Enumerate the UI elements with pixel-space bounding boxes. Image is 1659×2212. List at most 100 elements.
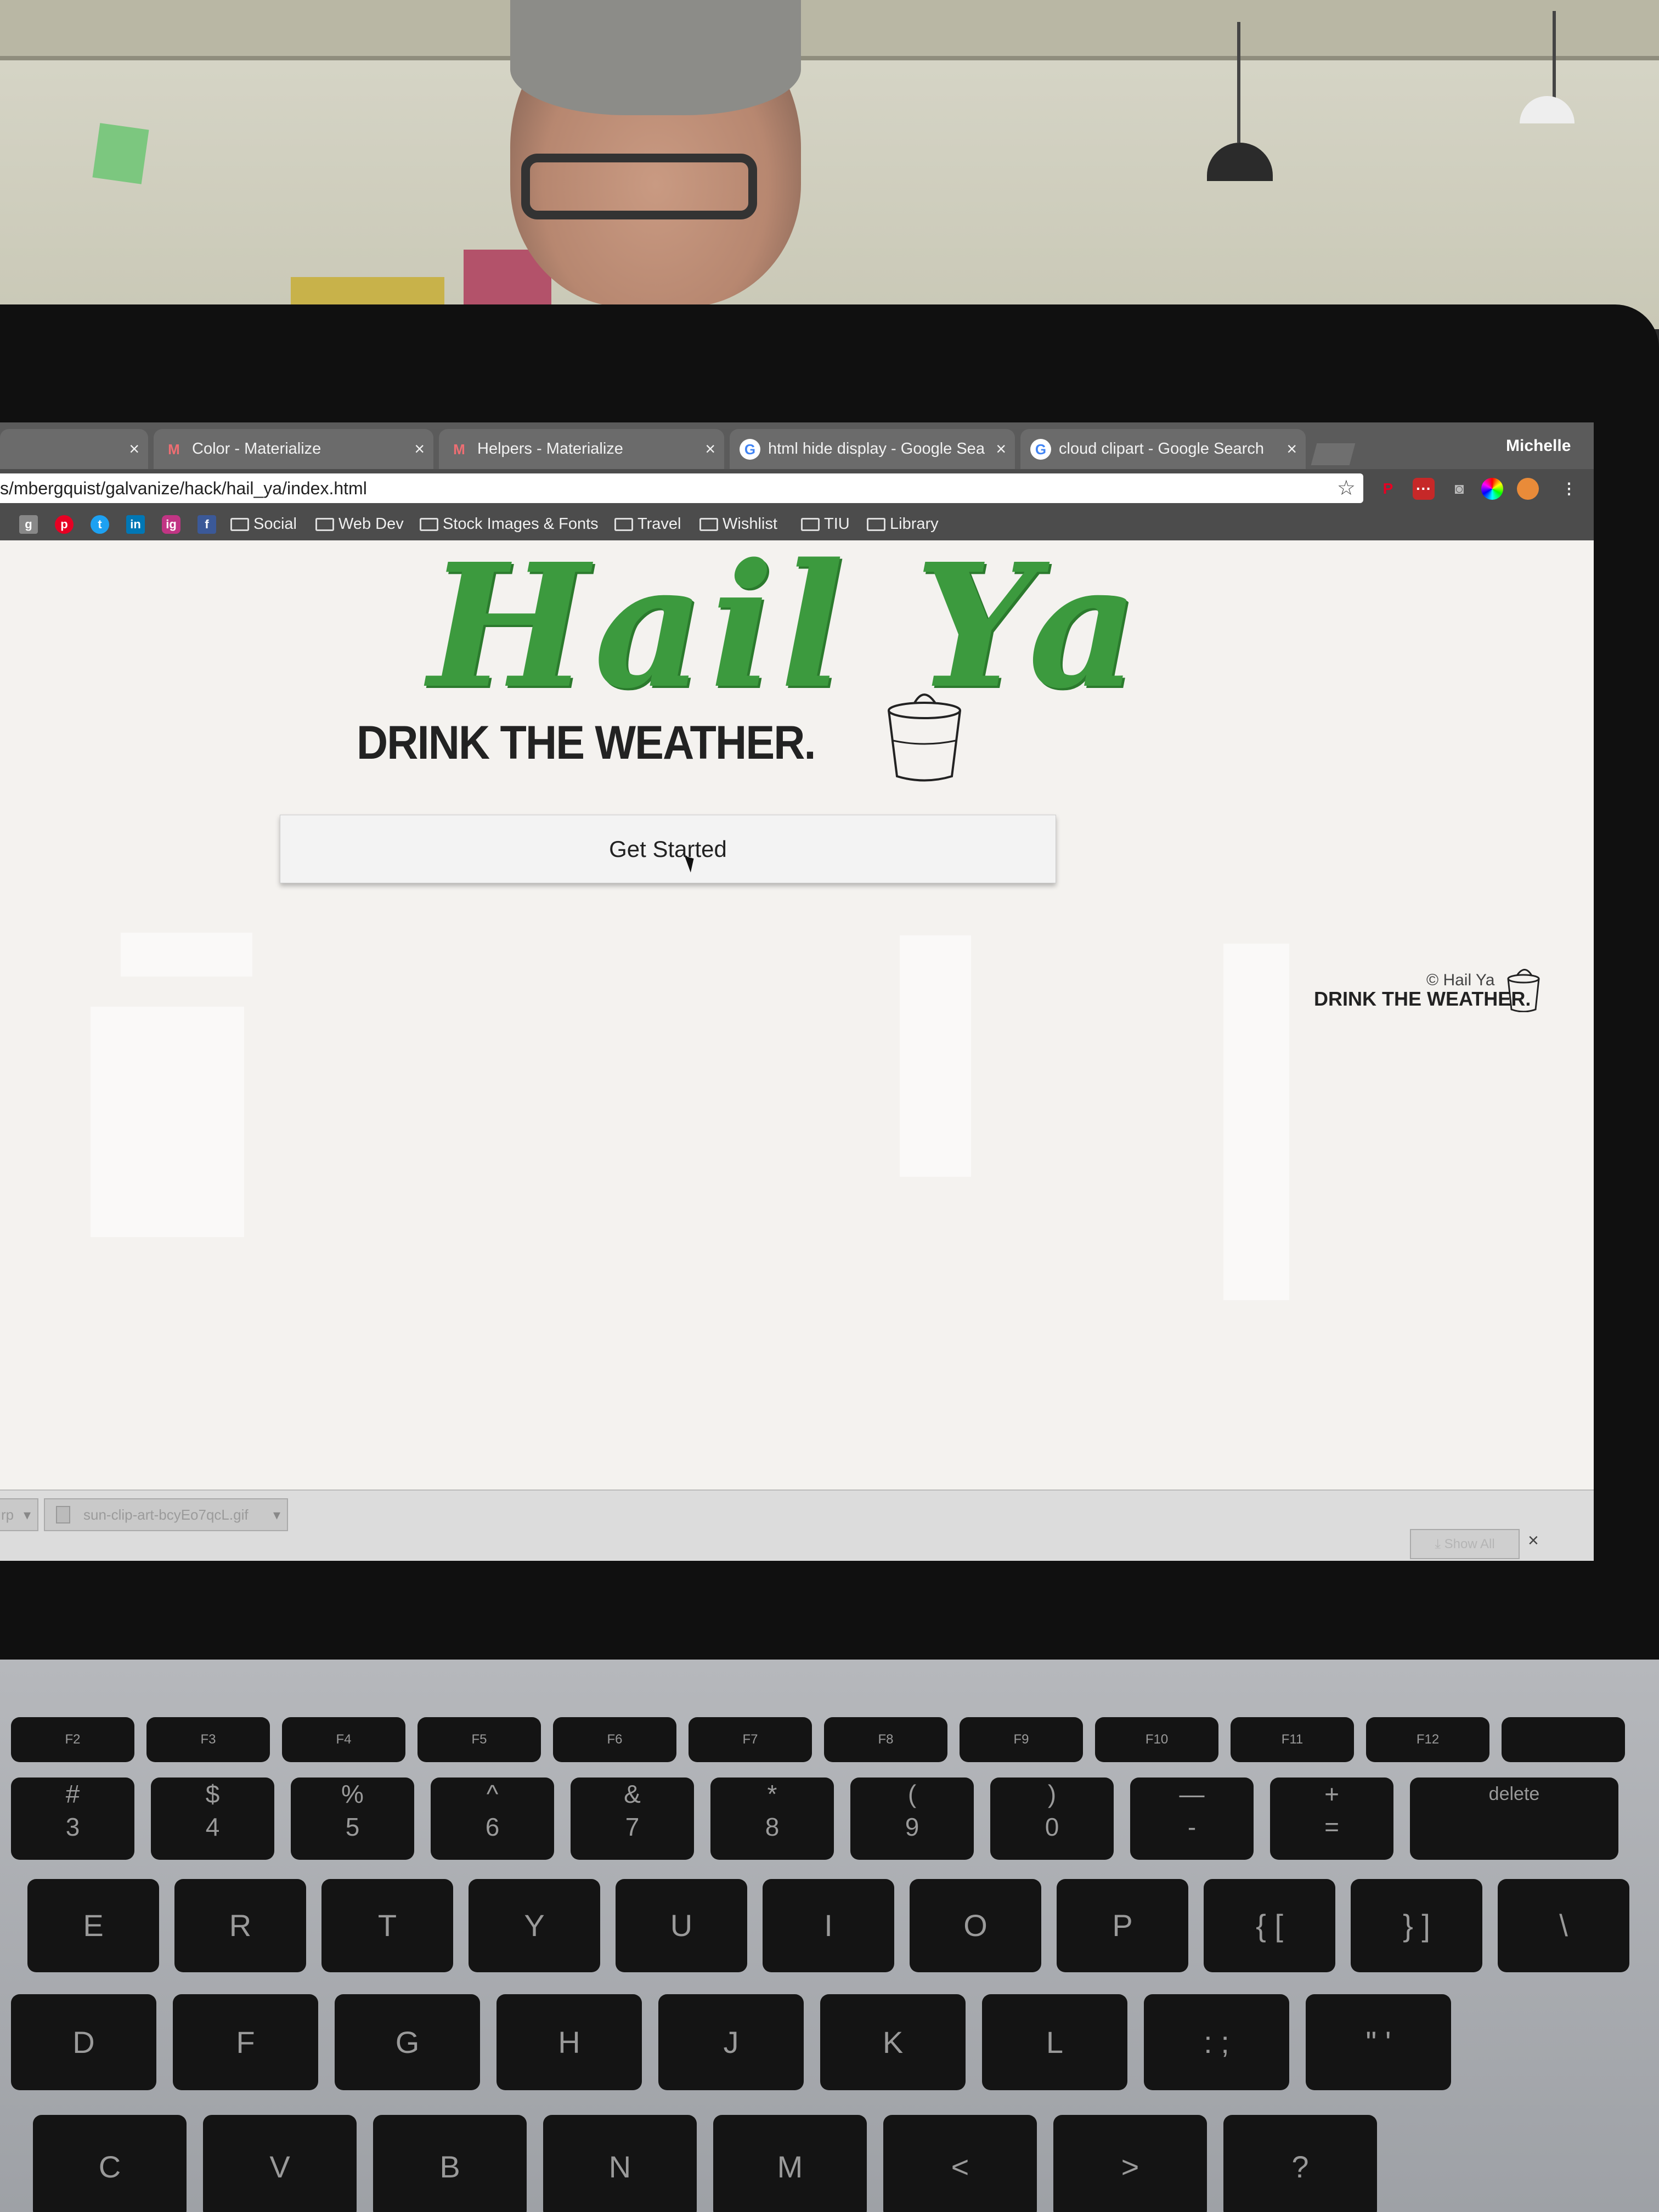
letter-key[interactable]: Y	[469, 1879, 600, 1972]
function-key[interactable]: F12	[1366, 1717, 1489, 1762]
letter-key[interactable]: B	[373, 2115, 527, 2212]
key-top-label: ^	[486, 1780, 499, 1808]
tab-cloud-clipart[interactable]: G cloud clipart - Google Search ×	[1020, 429, 1306, 469]
menu-kebab-icon[interactable]: ⋮	[1558, 478, 1580, 500]
letter-key[interactable]: R	[174, 1879, 306, 1972]
camera-extension-icon[interactable]: ◙	[1448, 478, 1470, 500]
function-key[interactable]: F4	[282, 1717, 405, 1762]
extension-icon[interactable]	[1517, 478, 1539, 500]
number-key[interactable]: ^ 6	[431, 1778, 554, 1860]
letter-key[interactable]: { [	[1204, 1879, 1335, 1972]
letter-key[interactable]: T	[321, 1879, 453, 1972]
linkedin-bookmark-icon[interactable]: in	[126, 515, 145, 534]
chevron-down-icon[interactable]: ▾	[273, 1499, 280, 1530]
letter-key[interactable]: C	[33, 2115, 187, 2212]
address-bar[interactable]: s/mbergquist/galvanize/hack/hail_ya/inde…	[0, 473, 1363, 503]
tab-helpers-materialize[interactable]: M Helpers - Materialize ×	[439, 429, 724, 469]
number-key[interactable]: * 8	[710, 1778, 834, 1860]
bookmark-g-icon[interactable]: g	[19, 515, 38, 534]
tab-label: Helpers - Materialize	[477, 440, 623, 458]
number-key[interactable]: ) 0	[990, 1778, 1114, 1860]
ceiling	[0, 0, 1659, 60]
letter-key[interactable]: E	[27, 1879, 159, 1972]
letter-key[interactable]: O	[910, 1879, 1041, 1972]
tab-label: Color - Materialize	[192, 440, 321, 458]
new-tab-button[interactable]	[1311, 443, 1356, 465]
number-key[interactable]: — -	[1130, 1778, 1254, 1860]
letter-key[interactable]: <	[883, 2115, 1037, 2212]
function-key[interactable]: F2	[11, 1717, 134, 1762]
pinterest-extension-icon[interactable]: P	[1377, 478, 1399, 500]
key-bottom-label: delete	[1488, 1784, 1540, 1804]
tab-color-materialize[interactable]: M Color - Materialize ×	[154, 429, 433, 469]
letter-key[interactable]: ?	[1223, 2115, 1377, 2212]
letter-key[interactable]: " '	[1306, 1994, 1451, 2090]
tab-html-hide-display[interactable]: G html hide display - Google Sea ×	[730, 429, 1015, 469]
instagram-bookmark-icon[interactable]: ig	[162, 515, 180, 534]
letter-key[interactable]: I	[763, 1879, 894, 1972]
letter-key[interactable]: \	[1498, 1879, 1629, 1972]
twitter-bookmark-icon[interactable]: t	[91, 515, 109, 534]
number-key[interactable]: delete	[1410, 1778, 1618, 1860]
tab-close-icon[interactable]: ×	[705, 429, 715, 469]
letter-key[interactable]: D	[11, 1994, 156, 2090]
pinterest-bookmark-icon[interactable]: p	[55, 515, 74, 534]
number-key[interactable]: + =	[1270, 1778, 1393, 1860]
tab-close-icon[interactable]: ×	[1286, 429, 1297, 469]
show-all-downloads-button[interactable]: ⤓ Show All	[1410, 1529, 1520, 1559]
get-started-button[interactable]: Get Started	[280, 815, 1056, 883]
letter-key[interactable]: H	[496, 1994, 642, 2090]
function-key[interactable]: F10	[1095, 1717, 1218, 1762]
letter-key[interactable]: : ;	[1144, 1994, 1289, 2090]
function-key[interactable]: F7	[689, 1717, 812, 1762]
letter-key[interactable]: V	[203, 2115, 357, 2212]
tab-close-icon[interactable]: ×	[129, 429, 139, 469]
key-top-label: #	[65, 1780, 80, 1808]
close-shelf-icon[interactable]: ×	[1528, 1530, 1539, 1551]
letter-key[interactable]: F	[173, 1994, 318, 2090]
toolbar: s/mbergquist/galvanize/hack/hail_ya/inde…	[0, 469, 1594, 507]
letter-key[interactable]: P	[1057, 1879, 1188, 1972]
letter-key[interactable]: N	[543, 2115, 697, 2212]
key-bottom-label: 5	[345, 1813, 360, 1841]
number-key[interactable]: $4	[151, 1778, 274, 1860]
tab-close-icon[interactable]: ×	[996, 429, 1006, 469]
function-key[interactable]: F9	[960, 1717, 1083, 1762]
function-key[interactable]	[1502, 1717, 1625, 1762]
tab-0[interactable]: ×	[0, 429, 148, 469]
letter-key[interactable]: G	[335, 1994, 480, 2090]
bookmark-folder-web-dev[interactable]: Web Dev	[315, 513, 404, 535]
function-key[interactable]: F3	[146, 1717, 270, 1762]
bookmark-folder-social[interactable]: Social	[230, 513, 297, 535]
profile-name[interactable]: Michelle	[1506, 422, 1594, 469]
download-item[interactable]: sun-clip-art-bcyEo7qcL.gif ▾	[44, 1498, 288, 1531]
chevron-down-icon[interactable]: ▾	[24, 1499, 31, 1530]
letter-key[interactable]: } ]	[1351, 1879, 1482, 1972]
number-key[interactable]: (9	[850, 1778, 974, 1860]
letter-key[interactable]: >	[1053, 2115, 1207, 2212]
facebook-bookmark-icon[interactable]: f	[198, 515, 216, 534]
letter-key[interactable]: K	[820, 1994, 966, 2090]
tab-close-icon[interactable]: ×	[414, 429, 425, 469]
function-key[interactable]: F5	[417, 1717, 541, 1762]
number-key[interactable]: #3	[11, 1778, 134, 1860]
colorpicker-extension-icon[interactable]	[1481, 478, 1503, 500]
function-key[interactable]: F11	[1231, 1717, 1354, 1762]
letter-key[interactable]: L	[982, 1994, 1127, 2090]
key-top-label: —	[1179, 1780, 1205, 1808]
number-key[interactable]: & 7	[571, 1778, 694, 1860]
screen-reflection	[91, 1007, 244, 1237]
bookmark-star-icon[interactable]: ☆	[1337, 473, 1356, 503]
key-bottom-label: 4	[205, 1813, 220, 1841]
key-top-label: *	[767, 1780, 777, 1808]
letter-key[interactable]: M	[713, 2115, 867, 2212]
letter-key[interactable]: U	[616, 1879, 747, 1972]
letter-key[interactable]: J	[658, 1994, 804, 2090]
lastpass-extension-icon[interactable]: ···	[1413, 478, 1435, 500]
url-text: s/mbergquist/galvanize/hack/hail_ya/inde…	[0, 478, 367, 498]
download-item[interactable]: rp ▾	[0, 1498, 38, 1531]
function-key[interactable]: F8	[824, 1717, 947, 1762]
key-top-label: %	[341, 1780, 364, 1808]
number-key[interactable]: % 5	[291, 1778, 414, 1860]
function-key[interactable]: F6	[553, 1717, 676, 1762]
